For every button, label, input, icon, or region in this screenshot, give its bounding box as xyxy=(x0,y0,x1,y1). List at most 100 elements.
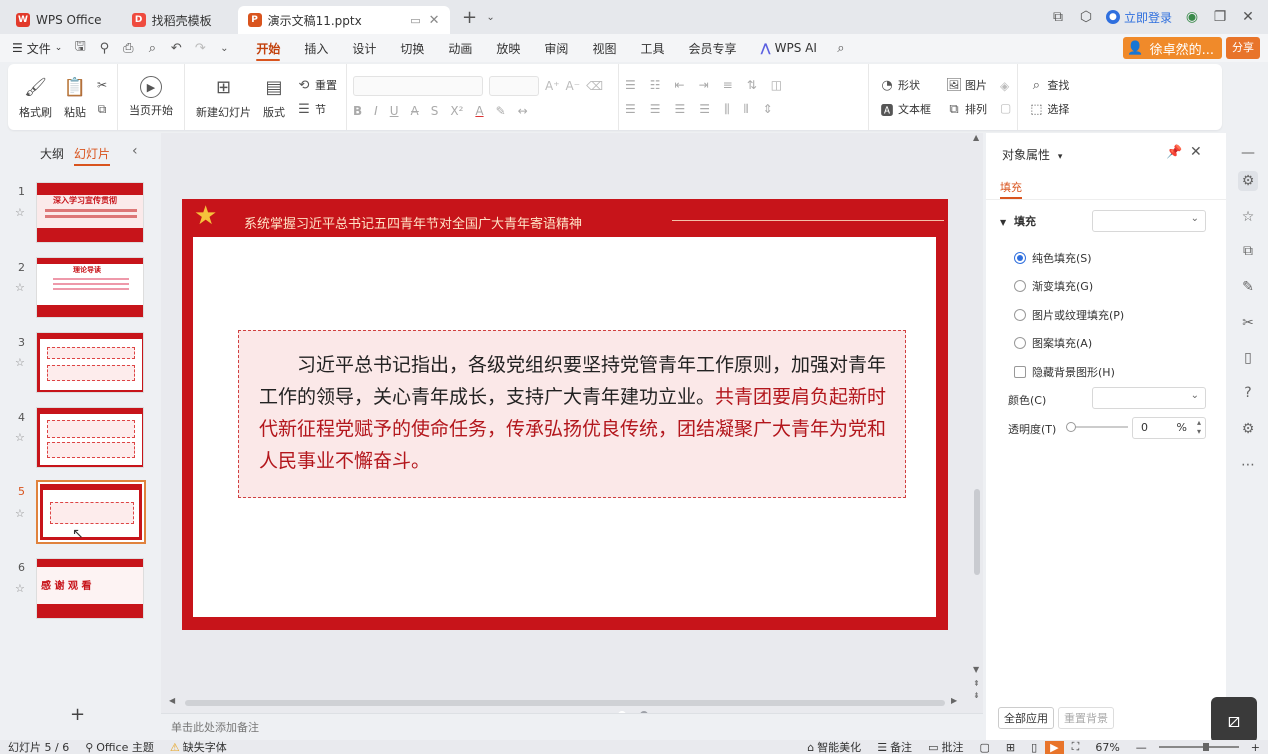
tab-presentation[interactable]: P 演示文稿11.pptx ▭ ✕ xyxy=(237,6,450,34)
ai-assistant-icon[interactable]: ✎ xyxy=(1238,277,1258,297)
tab-design[interactable]: 设计 xyxy=(340,34,388,62)
fit-window-icon[interactable]: ⛶ xyxy=(1064,740,1088,754)
superscript-icon[interactable]: X² xyxy=(450,104,463,118)
strikethrough-icon[interactable]: A̶ xyxy=(411,104,419,118)
apply-all-button[interactable]: 全部应用 xyxy=(998,707,1054,729)
tab-home[interactable]: 开始 xyxy=(244,34,292,62)
start-from-current-button[interactable]: ▶ 当页开始 xyxy=(124,76,178,118)
close-tab-icon[interactable]: ✕ xyxy=(429,13,440,28)
picture-button[interactable]: 🖼 图片 xyxy=(942,73,990,97)
find-button[interactable]: ⌕ 查找 xyxy=(1024,73,1072,97)
zoom-knob[interactable] xyxy=(1202,743,1209,751)
pin-icon[interactable]: 📌 xyxy=(1166,145,1182,160)
tab-slideshow[interactable]: 放映 xyxy=(484,34,532,62)
wps-ai-button[interactable]: ⋀ WPS AI xyxy=(748,34,828,62)
favorite-icon[interactable]: ☆ xyxy=(1238,207,1258,227)
horizontal-scrollbar[interactable]: ◀ ▶ xyxy=(169,696,959,707)
reset-background-button[interactable]: 重置背景 xyxy=(1058,707,1114,729)
print-icon[interactable]: ⎙ xyxy=(116,36,140,60)
more-icon[interactable]: ⋯ xyxy=(1238,455,1258,475)
copy-style-icon[interactable]: ⧉ xyxy=(1238,241,1258,261)
justify-icon[interactable]: ☰ xyxy=(699,102,710,117)
section-button[interactable]: ☰ 节 xyxy=(292,97,340,121)
tab-fill[interactable]: 填充 xyxy=(1000,179,1022,199)
increase-indent-icon[interactable]: ⇥ xyxy=(699,78,709,92)
tab-tools[interactable]: 工具 xyxy=(628,34,676,62)
play-slideshow-icon[interactable]: ▶ xyxy=(1045,740,1064,754)
restore-window-icon[interactable]: ❐ xyxy=(1206,3,1234,31)
radio-gradient[interactable] xyxy=(1014,280,1026,292)
slide-header-title[interactable]: 系统掌握习近平总书记五四青年节对全国广大青年寄语精神 xyxy=(244,213,582,232)
smart-beautify-button[interactable]: ⌂ 智能美化 xyxy=(799,740,869,754)
option-pattern-fill[interactable]: 图案填充(A) xyxy=(1014,335,1092,351)
user-name-badge[interactable]: 👤 徐卓然的... xyxy=(1123,37,1222,59)
new-slide-button[interactable]: ⊞ 新建幻灯片 xyxy=(191,74,256,120)
option-picture-fill[interactable]: 图片或纹理填充(P) xyxy=(1014,307,1124,323)
outline-icon[interactable]: ▢ xyxy=(1000,101,1011,115)
help-icon[interactable]: ? xyxy=(1238,383,1258,403)
fill-type-dropdown[interactable]: ⌄ xyxy=(1092,210,1206,232)
slide-thumbnail-1[interactable]: 深入学习宣传贯彻 xyxy=(36,182,144,243)
tab-wps-office[interactable]: W WPS Office xyxy=(6,6,112,34)
select-button[interactable]: ⬚ 选择 xyxy=(1024,97,1072,121)
radio-pattern[interactable] xyxy=(1014,337,1026,349)
scroll-right-icon[interactable]: ▶ xyxy=(951,696,957,705)
increase-font-icon[interactable]: A⁺ xyxy=(545,79,560,93)
slide-thumbnail-5[interactable] xyxy=(36,480,146,544)
zoom-slider[interactable] xyxy=(1158,743,1239,751)
star-icon[interactable]: ☆ xyxy=(15,507,25,520)
slide-thumbnail-3[interactable] xyxy=(36,332,144,393)
tab-review[interactable]: 审阅 xyxy=(532,34,580,62)
columns-icon[interactable]: ⫴ xyxy=(744,102,749,117)
minimize-pane-icon[interactable]: — xyxy=(1238,143,1258,163)
cube-icon[interactable]: ⬡ xyxy=(1072,3,1100,31)
decrease-font-icon[interactable]: A⁻ xyxy=(566,79,581,93)
fill-section-header[interactable]: ▼ 填充 xyxy=(1000,213,1036,229)
save-icon[interactable]: 🖫 xyxy=(68,36,92,60)
shape-button[interactable]: ◔ 形状 xyxy=(875,73,934,97)
share-link-icon[interactable]: ⚲ xyxy=(92,36,116,60)
scroll-up-icon[interactable]: ▲ xyxy=(973,133,979,142)
zoom-out-icon[interactable]: — xyxy=(1128,741,1155,754)
theme-indicator[interactable]: ⚲ Office 主题 xyxy=(77,740,162,754)
option-hide-background[interactable]: 隐藏背景图形(H) xyxy=(1014,364,1115,380)
missing-font-indicator[interactable]: ⚠ 缺失字体 xyxy=(162,740,235,754)
close-pane-icon[interactable]: ✕ xyxy=(1190,144,1202,160)
align-center-icon[interactable]: ☰ xyxy=(650,102,661,117)
reset-button[interactable]: ⟲ 重置 xyxy=(292,73,340,97)
search-icon[interactable]: ⌕ xyxy=(829,36,853,60)
star-icon[interactable]: ☆ xyxy=(15,206,25,219)
tab-slides[interactable]: 幻灯片 xyxy=(74,145,111,166)
add-slide-icon[interactable]: + xyxy=(70,704,85,725)
next-slide-icon[interactable]: ⇟ xyxy=(973,691,980,700)
chevron-down-icon[interactable]: ⌄ xyxy=(484,3,498,31)
option-solid-fill[interactable]: 纯色填充(S) xyxy=(1014,250,1092,266)
main-text-box[interactable]: 习近平总书记指出，各级党组织要坚持党管青年工作原则，加强对青年工作的领导，关心青… xyxy=(238,330,906,498)
tab-animation[interactable]: 动画 xyxy=(436,34,484,62)
login-button[interactable]: ● 立即登录 xyxy=(1105,9,1172,26)
tools-icon[interactable]: ✂ xyxy=(1238,313,1258,333)
settings-icon[interactable]: ⚙ xyxy=(1238,419,1258,439)
shadow-text-icon[interactable]: S xyxy=(431,104,439,118)
bullets-icon[interactable]: ☰ xyxy=(625,78,636,92)
zoom-level[interactable]: 67% xyxy=(1087,741,1127,754)
checkbox-hide-bg[interactable] xyxy=(1014,366,1026,378)
vertical-align-icon[interactable]: ⇕ xyxy=(763,102,773,117)
tab-transition[interactable]: 切换 xyxy=(388,34,436,62)
clear-format-icon[interactable]: ⌫ xyxy=(586,79,603,93)
align-right-icon[interactable]: ☰ xyxy=(675,102,686,117)
zoom-in-icon[interactable]: + xyxy=(1243,741,1268,754)
scroll-left-icon[interactable]: ◀ xyxy=(169,696,175,705)
collapse-pane-icon[interactable]: ‹ xyxy=(132,143,138,159)
scroll-down-icon[interactable]: ▼ xyxy=(973,665,979,674)
book-icon[interactable]: ▯ xyxy=(1238,348,1258,368)
properties-icon[interactable]: ⚙ xyxy=(1238,171,1258,191)
vertical-scrollbar[interactable]: ▲ ▼ ⇞ ⇟ xyxy=(972,133,982,700)
tab-insert[interactable]: 插入 xyxy=(292,34,340,62)
tab-member[interactable]: 会员专享 xyxy=(676,34,748,62)
convert-smartart-icon[interactable]: ◫ xyxy=(771,78,782,92)
tab-view[interactable]: 视图 xyxy=(580,34,628,62)
arrange-button[interactable]: ⧉ 排列 xyxy=(942,97,990,121)
new-tab-icon[interactable]: + xyxy=(456,3,484,31)
radio-picture[interactable] xyxy=(1014,309,1026,321)
